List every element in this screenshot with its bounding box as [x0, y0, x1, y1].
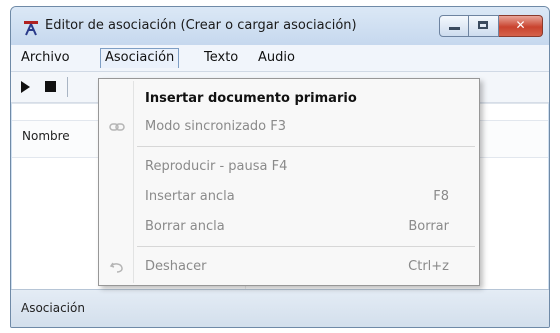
close-button[interactable]: ✕: [499, 15, 543, 37]
menu-item-modo-sincronizado[interactable]: Modo sincronizado F3: [99, 113, 479, 141]
menu-item-label: Reproducir - pausa F4: [145, 159, 288, 174]
undo-icon: [109, 262, 123, 273]
maximize-icon: [478, 21, 488, 29]
menu-bar: Archivo Asociación Texto Audio: [11, 45, 549, 72]
menu-item-label: Deshacer: [145, 259, 207, 274]
play-icon[interactable]: [21, 81, 30, 93]
title-bar[interactable]: Editor de asociación (Crear o cargar aso…: [11, 7, 549, 45]
minimize-button[interactable]: [439, 15, 469, 37]
status-text: Asociación: [21, 301, 85, 315]
menu-item-insertar-ancla[interactable]: Insertar ancla F8: [99, 183, 479, 211]
menu-asociacion[interactable]: Asociación: [100, 48, 180, 68]
menu-item-label: Borrar ancla: [145, 219, 225, 234]
asociacion-dropdown-menu: Insertar documento primario Modo sincron…: [98, 78, 480, 286]
menu-archivo[interactable]: Archivo: [17, 48, 74, 68]
menu-separator: [137, 246, 475, 247]
menu-item-label: Modo sincronizado F3: [145, 119, 287, 134]
minimize-icon: [449, 27, 460, 30]
menu-item-label: Insertar documento primario: [145, 91, 357, 106]
toolbar-separator: [67, 77, 68, 97]
link-icon: [109, 123, 125, 131]
menu-item-shortcut: F8: [433, 189, 449, 204]
app-logo-icon: [24, 21, 38, 36]
column-header-nombre[interactable]: Nombre: [22, 129, 70, 143]
menu-item-borrar-ancla[interactable]: Borrar ancla Borrar: [99, 213, 479, 241]
caption-buttons: ✕: [439, 15, 543, 37]
window-title: Editor de asociación (Crear o cargar aso…: [45, 18, 357, 33]
menu-separator: [137, 146, 475, 147]
close-icon: ✕: [515, 18, 526, 32]
menu-audio[interactable]: Audio: [254, 48, 299, 68]
menu-item-shortcut: Ctrl+z: [408, 259, 449, 274]
maximize-button[interactable]: [469, 15, 499, 37]
status-bar: Asociación: [11, 289, 549, 327]
menu-item-reproducir-pausa[interactable]: Reproducir - pausa F4: [99, 153, 479, 181]
menu-item-shortcut: Borrar: [408, 219, 449, 234]
menu-texto[interactable]: Texto: [200, 48, 242, 68]
menu-item-insertar-documento[interactable]: Insertar documento primario: [99, 85, 479, 113]
menu-item-label: Insertar ancla: [145, 189, 235, 204]
stop-icon[interactable]: [45, 81, 56, 92]
menu-item-deshacer[interactable]: Deshacer Ctrl+z: [99, 253, 479, 281]
